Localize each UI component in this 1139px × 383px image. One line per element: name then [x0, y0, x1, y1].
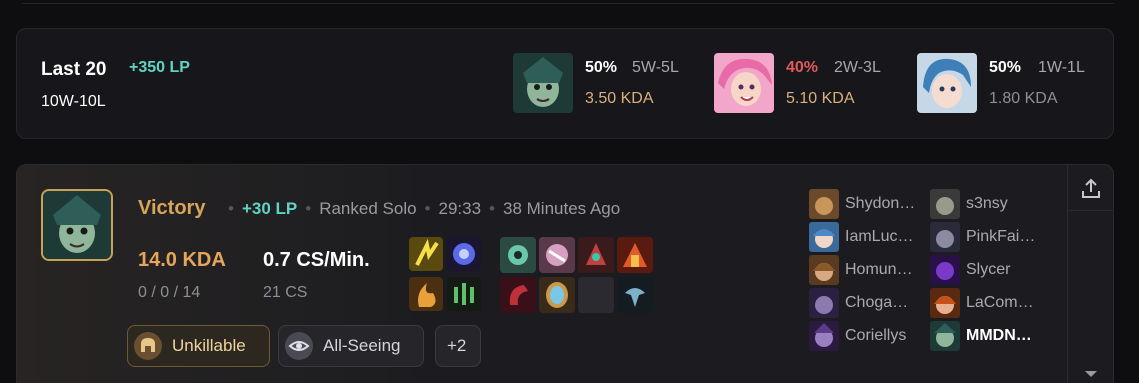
match-kda-detail: 0 / 0 / 14 [138, 284, 201, 301]
champion-wins-losses: 5W-5L [632, 59, 679, 76]
champion-stat[interactable]: 50% 1W-1L 1.80 KDA [917, 53, 1117, 113]
player-entry[interactable]: Shydon… [809, 189, 929, 219]
more-badges-button[interactable]: +2 [435, 325, 481, 367]
player-name: Coriellys [845, 327, 907, 344]
champion-wins-losses: 2W-3L [834, 59, 881, 76]
all-seeing-badge[interactable]: All-Seeing [278, 325, 424, 367]
summary-lp-gain: +350 LP [129, 59, 190, 76]
match-lp-gain: +30 LP [241, 199, 298, 218]
player-entry[interactable]: Slycer [930, 255, 1050, 285]
match-champion-portrait [41, 189, 113, 261]
top-divider [22, 0, 1114, 4]
champion-icon [930, 288, 960, 318]
player-name-self: MMDN… [966, 327, 1032, 344]
item-icon[interactable] [578, 237, 614, 273]
unkillable-badge[interactable]: Unkillable [127, 325, 270, 367]
player-name: Slycer [966, 261, 1011, 278]
rune-secondary-icon[interactable] [447, 277, 481, 311]
champion-winrate: 50% [989, 59, 1022, 76]
match-cs-per-min: 0.7 CS/Min. [263, 249, 370, 271]
player-entry[interactable]: Coriellys [809, 321, 929, 351]
more-badges-count: +2 [447, 336, 467, 355]
player-name: IamLuc… [845, 228, 914, 245]
match-queue: Ranked Solo [319, 199, 417, 218]
helmet-icon [134, 332, 162, 360]
champion-icon [809, 288, 839, 318]
player-name: s3nsy [966, 195, 1008, 212]
recent-games-summary: Last 20 +350 LP 10W-10L 50% 5W-5L 3.50 K… [16, 28, 1114, 139]
flash-spell-icon[interactable] [409, 237, 443, 271]
champion-icon [930, 255, 960, 285]
player-entry[interactable]: Choga… [809, 288, 929, 318]
rune-primary-icon[interactable] [447, 237, 481, 271]
champion-wins-losses: 1W-1L [1038, 59, 1085, 76]
ignite-spell-icon[interactable] [409, 277, 443, 311]
item-icon[interactable] [539, 277, 575, 313]
champion-winrate: 50% [585, 59, 618, 76]
player-entry[interactable]: Homun… [809, 255, 929, 285]
match-duration: 29:33 [438, 199, 482, 218]
player-name: Choga… [845, 294, 909, 311]
expand-button[interactable] [1083, 367, 1099, 381]
summary-title: Last 20 [41, 59, 107, 80]
item-icon[interactable] [500, 277, 536, 313]
player-entry[interactable]: PinkFai… [930, 222, 1050, 252]
match-kda-ratio: 14.0 KDA [138, 249, 226, 271]
share-button[interactable] [1079, 177, 1103, 201]
champion-kda: 5.10 KDA [786, 90, 855, 107]
player-name: LaCom… [966, 294, 1034, 311]
item-icon[interactable] [500, 237, 536, 273]
champion-icon [930, 321, 960, 351]
player-name: PinkFai… [966, 228, 1036, 245]
champion-winrate: 40% [786, 59, 819, 76]
blue-haired-champion-icon [917, 53, 977, 113]
eye-icon [285, 332, 313, 360]
champion-icon [809, 222, 839, 252]
champion-icon [809, 189, 839, 219]
chevron-down-icon [1085, 371, 1097, 377]
item-icon[interactable] [539, 237, 575, 273]
champion-kda: 3.50 KDA [585, 90, 654, 107]
player-name: Shydon… [845, 195, 916, 212]
badge-label: Unkillable [172, 336, 246, 355]
match-meta: • +30 LP • Ranked Solo • 29:33 • 38 Minutes Ago [228, 199, 621, 218]
match-card[interactable]: Victory • +30 LP • Ranked Solo • 29:33 • 38 Min… [16, 164, 1114, 383]
badge-label: All-Seeing [323, 336, 401, 355]
player-entry[interactable]: s3nsy [930, 189, 1050, 219]
player-entry[interactable]: MMDN… [930, 321, 1050, 351]
champion-icon [930, 222, 960, 252]
match-result: Victory [138, 197, 206, 219]
item-icon[interactable] [617, 237, 653, 273]
champion-kda: 1.80 KDA [989, 90, 1058, 107]
share-icon [1082, 178, 1100, 198]
empty-item-slot [578, 277, 614, 313]
player-name: Homun… [845, 261, 913, 278]
champion-stat[interactable]: 40% 2W-3L 5.10 KDA [714, 53, 914, 113]
player-entry[interactable]: LaCom… [930, 288, 1050, 318]
ward-trinket-icon[interactable] [617, 277, 653, 313]
actions-divider [1068, 210, 1114, 211]
pink-haired-champion-icon [714, 53, 774, 113]
champion-icon [809, 321, 839, 351]
match-actions [1067, 165, 1114, 383]
green-masked-champion-icon [513, 53, 573, 113]
champion-icon [809, 255, 839, 285]
champion-stat[interactable]: 50% 5W-5L 3.50 KDA [513, 53, 713, 113]
champion-icon [930, 189, 960, 219]
player-entry[interactable]: IamLuc… [809, 222, 929, 252]
summary-record: 10W-10L [41, 93, 106, 110]
match-time-ago: 38 Minutes Ago [503, 199, 621, 218]
match-cs-total: 21 CS [263, 284, 308, 301]
